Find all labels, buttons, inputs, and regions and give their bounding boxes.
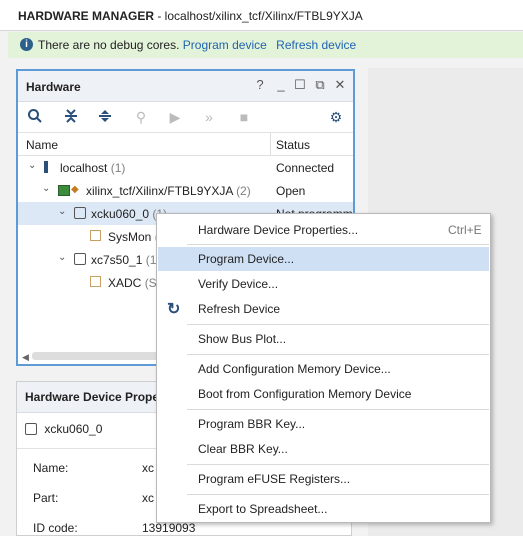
hardware-manager-title: HARDWARE MANAGER - localhost/xilinx_tcf/… xyxy=(18,9,363,23)
menu-item-label: Boot from Configuration Memory Device xyxy=(198,387,412,401)
menu-item-add-config-memory[interactable]: Add Configuration Memory Device... xyxy=(158,357,489,381)
menu-separator xyxy=(187,494,489,495)
close-icon[interactable]: ✕ xyxy=(333,78,347,92)
help-icon[interactable]: ? xyxy=(253,78,267,92)
tree-item-label: xilinx_tcf/Xilinx/FTBL9YXJA xyxy=(86,184,233,198)
expand-all-icon[interactable] xyxy=(96,108,114,126)
title-bold: HARDWARE MANAGER xyxy=(18,9,154,23)
menu-separator xyxy=(187,324,489,325)
refresh-device-link[interactable]: Refresh device xyxy=(276,38,356,52)
cable-icon: ◆ xyxy=(71,184,79,195)
scroll-left-icon[interactable]: ◀ xyxy=(22,352,29,363)
property-value: 13919093 xyxy=(142,521,196,535)
chevron-down-icon[interactable]: ⌄ xyxy=(28,160,36,171)
menu-item-label: Verify Device... xyxy=(198,277,279,291)
tree-item-label: xc7s50_1 xyxy=(91,253,143,267)
device-name: xcku060_0 xyxy=(44,422,103,436)
menu-separator xyxy=(187,464,489,465)
collapse-all-icon[interactable] xyxy=(62,108,80,126)
chevron-down-icon[interactable]: ⌄ xyxy=(58,206,66,217)
tree-item-count: (1 xyxy=(145,253,157,267)
menu-item-shortcut: Ctrl+E xyxy=(448,223,482,237)
menu-item-label: Add Configuration Memory Device... xyxy=(198,362,391,376)
menu-item-show-bus-plot[interactable]: Show Bus Plot... xyxy=(158,327,489,351)
maximize-icon[interactable]: ☐ xyxy=(293,78,307,92)
chevron-down-icon[interactable]: ⌄ xyxy=(58,252,66,263)
menu-item-clear-bbr-key[interactable]: Clear BBR Key... xyxy=(158,437,489,461)
hardware-panel-title: Hardware xyxy=(26,80,81,94)
context-menu: Hardware Device Properties... Ctrl+E Pro… xyxy=(156,213,491,523)
refresh-icon: ↻ xyxy=(167,301,181,318)
device-properties-title: Hardware Device Prope xyxy=(25,390,160,404)
chip-icon xyxy=(74,207,86,219)
search-icon[interactable] xyxy=(26,108,44,126)
chip-icon xyxy=(74,253,86,265)
tree-item-label: localhost xyxy=(60,161,108,175)
stop-icon[interactable]: ■ xyxy=(235,108,253,126)
info-message: There are no debug cores. xyxy=(38,38,180,52)
info-bar: i There are no debug cores. Program devi… xyxy=(8,32,523,58)
program-device-link[interactable]: Program device xyxy=(183,38,267,52)
minimize-icon[interactable]: _ xyxy=(274,78,288,92)
tree-row-target[interactable]: ⌄ ◆ xilinx_tcf/Xilinx/FTBL9YXJA (2) Open xyxy=(18,179,353,202)
property-label: ID code: xyxy=(33,521,78,535)
jtag-target-icon xyxy=(58,185,70,196)
property-value: xc xyxy=(142,491,154,505)
tree-item-label: xcku060_0 xyxy=(91,207,150,221)
run-all-icon[interactable]: » xyxy=(200,108,218,126)
tree-item-count: (S xyxy=(144,276,157,290)
tree-item-count: (2) xyxy=(236,184,251,198)
menu-item-boot-config-memory[interactable]: Boot from Configuration Memory Device xyxy=(158,382,489,406)
hardware-panel-titlebar: Hardware ? _ ☐ ⧉ ✕ xyxy=(18,71,353,102)
menu-item-label: Program Device... xyxy=(198,252,295,266)
menu-item-export-spreadsheet[interactable]: Export to Spreadsheet... xyxy=(158,497,489,521)
menu-item-device-properties[interactable]: Hardware Device Properties... Ctrl+E xyxy=(158,218,489,242)
tree-item-status: Open xyxy=(276,184,306,198)
hardware-toolbar: ⚲ ▶ » ■ ⚙ xyxy=(18,102,353,133)
hardware-manager-header: HARDWARE MANAGER - localhost/xilinx_tcf/… xyxy=(0,0,523,31)
tree-item-status: Connected xyxy=(276,161,335,175)
property-label: Part: xyxy=(33,491,59,505)
menu-item-refresh-device[interactable]: ↻ Refresh Device xyxy=(158,297,489,321)
float-icon[interactable]: ⧉ xyxy=(313,78,327,92)
column-status[interactable]: Status xyxy=(276,138,310,152)
menu-item-program-bbr-key[interactable]: Program BBR Key... xyxy=(158,412,489,436)
menu-separator xyxy=(187,354,489,355)
tree-item-label: XADC xyxy=(108,276,142,290)
auto-connect-icon[interactable]: ⚲ xyxy=(132,108,150,126)
run-icon[interactable]: ▶ xyxy=(166,108,184,126)
column-name[interactable]: Name xyxy=(26,138,58,152)
info-message-row: There are no debug cores. Program device… xyxy=(38,38,356,52)
menu-item-verify-device[interactable]: Verify Device... xyxy=(158,272,489,296)
tree-column-header: Name Status xyxy=(18,133,353,156)
chevron-down-icon[interactable]: ⌄ xyxy=(42,183,50,194)
menu-item-label: Show Bus Plot... xyxy=(198,332,287,346)
host-icon xyxy=(44,161,48,173)
menu-item-label: Refresh Device xyxy=(198,302,281,316)
info-icon: i xyxy=(20,38,33,51)
device-properties-selected: xcku060_0 xyxy=(25,422,102,436)
xadc-icon xyxy=(90,276,101,287)
menu-item-program-device[interactable]: Program Device... xyxy=(158,247,489,271)
menu-separator xyxy=(187,244,489,245)
title-path: - localhost/xilinx_tcf/Xilinx/FTBL9YXJA xyxy=(157,9,363,23)
property-value: xc xyxy=(142,461,154,475)
menu-item-label: Program BBR Key... xyxy=(198,417,306,431)
tree-item-count: (1) xyxy=(110,161,126,175)
chip-icon xyxy=(25,423,37,435)
tree-row-localhost[interactable]: ⌄ localhost (1) Connected xyxy=(18,156,353,179)
menu-item-label: Export to Spreadsheet... xyxy=(198,502,328,516)
sysmon-icon xyxy=(90,230,101,241)
tree-item-label: SysMon xyxy=(108,230,152,244)
menu-item-label: Program eFUSE Registers... xyxy=(198,472,351,486)
property-label: Name: xyxy=(33,461,69,475)
menu-item-label: Hardware Device Properties... xyxy=(198,223,359,237)
column-divider[interactable] xyxy=(270,133,271,155)
gear-icon[interactable]: ⚙ xyxy=(327,108,345,126)
menu-item-label: Clear BBR Key... xyxy=(198,442,288,456)
menu-item-program-efuse[interactable]: Program eFUSE Registers... xyxy=(158,467,489,491)
menu-separator xyxy=(187,409,489,410)
